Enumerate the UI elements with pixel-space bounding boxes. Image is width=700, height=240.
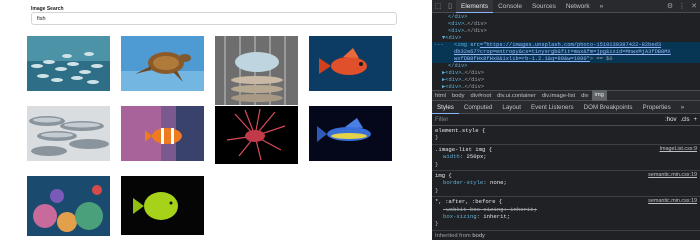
image-red-fish[interactable] [309, 36, 392, 91]
rule-selector[interactable]: .image-list img { [435, 146, 697, 153]
add-rule-button[interactable]: + [693, 117, 697, 123]
style-property[interactable]: box-sizing: inherit; [435, 213, 697, 220]
tab-layout[interactable]: Layout [497, 101, 526, 114]
breadcrumb-item[interactable]: html [432, 93, 449, 99]
style-rule: img { semantic.min.css:19 border-style: … [432, 171, 700, 198]
image-turtle[interactable] [121, 36, 204, 91]
devtools-panel: ⬚ ▯ Elements Console Sources Network » ⚙… [432, 0, 700, 240]
search-input[interactable]: fish [31, 12, 397, 25]
tab-styles[interactable]: Styles [432, 101, 459, 114]
style-property[interactable]: width: 250px; [435, 153, 697, 160]
dom-node[interactable]: ▶<div>…</div> [432, 77, 700, 84]
dom-node[interactable]: ▶<div>…</div> [432, 70, 700, 77]
tab-console[interactable]: Console [493, 0, 527, 13]
inspect-icon[interactable]: ⬚ [432, 0, 444, 13]
style-rule: *, :after, :before { semantic.min.css:19… [432, 197, 700, 231]
dom-node[interactable]: </div> [432, 14, 700, 21]
rule-source-link[interactable]: semantic.min.css:19 [648, 198, 697, 205]
image-blue-fish[interactable] [309, 106, 392, 161]
breadcrumb-item-active[interactable]: img [591, 90, 607, 101]
breadcrumb-item[interactable]: div#root [468, 93, 495, 99]
inherited-header: Inherited from body [435, 232, 485, 239]
tab-properties[interactable]: Properties [638, 101, 676, 114]
rule-close: } [435, 220, 439, 228]
rule-selector[interactable]: element.style { [435, 127, 697, 134]
inherited-source-link[interactable]: body [472, 233, 485, 239]
rule-close: } [435, 134, 439, 142]
tab-computed[interactable]: Computed [459, 101, 498, 114]
style-property[interactable]: border-style: none; [435, 179, 697, 186]
style-rule: element.style { } [432, 126, 700, 145]
rule-close: } [435, 186, 439, 194]
tab-dom-breakpoints[interactable]: DOM Breakpoints [579, 101, 638, 114]
tab-sources[interactable]: Sources [527, 0, 561, 13]
style-rule: .image-list img { ImageList.css:9 width:… [432, 145, 700, 172]
style-property-overridden[interactable]: -webkit-box-sizing: inherit; [435, 206, 697, 213]
dom-node[interactable]: ▶<div>…</div> [432, 84, 700, 91]
hover-state-toggle[interactable]: :hov [665, 117, 676, 123]
breadcrumb-item[interactable]: div.ui.container [494, 93, 539, 99]
kebab-menu-icon[interactable]: ⋮ [676, 0, 688, 13]
dom-tree: ··· </div> <div>…</div> <div>…</div> ▼<d… [432, 13, 700, 90]
rule-close: } [435, 160, 439, 168]
styles-filter-input[interactable]: Filter [435, 117, 661, 123]
image-reef[interactable] [27, 176, 110, 236]
tab-elements[interactable]: Elements [456, 0, 494, 13]
style-rules: element.style { } .image-list img { Imag… [432, 126, 700, 240]
breadcrumb: html body div#root div.ui.container div.… [432, 90, 700, 101]
rule-source-link[interactable]: semantic.min.css:19 [648, 172, 697, 179]
dom-node-selected-cont[interactable]: db32e67?crop=entropy&cs=tinysrgb&fit=max… [432, 49, 700, 56]
device-toggle-icon[interactable]: ▯ [444, 0, 456, 13]
styles-filter-bar: Filter :hov .cls + [432, 114, 700, 126]
more-tabs-button[interactable]: » [595, 0, 609, 13]
breadcrumb-item[interactable]: div.image-list [539, 93, 578, 99]
image-clownfish[interactable] [121, 106, 204, 161]
dom-node-selected[interactable]: <img src="https://images.unsplash.com/ph… [432, 42, 700, 49]
node-actions-icon[interactable]: ··· [434, 42, 444, 49]
dom-node[interactable]: ▼<div> [432, 35, 700, 42]
image-yellow-tang[interactable] [121, 176, 204, 235]
dom-node[interactable]: </div> [432, 63, 700, 70]
settings-icon[interactable]: ⚙ [664, 0, 676, 13]
breadcrumb-item[interactable]: div [578, 93, 591, 99]
rule-source-link[interactable]: ImageList.css:9 [660, 146, 697, 153]
image-fish-market[interactable] [27, 106, 110, 161]
image-lionfish[interactable] [215, 106, 298, 164]
styles-subtabs: Styles Computed Layout Event Listeners D… [432, 101, 700, 114]
close-icon[interactable]: ✕ [688, 0, 700, 13]
image-fish-school[interactable] [27, 36, 110, 91]
dom-node-selected-cont[interactable]: wxfDB8fHx8fHx8&ixlib=rb-1.2.1&q=80&w=108… [432, 56, 700, 63]
tab-event-listeners[interactable]: Event Listeners [526, 101, 579, 114]
image-fish-platter[interactable] [215, 36, 298, 105]
dom-node[interactable]: <div>…</div> [432, 28, 700, 35]
devtools-toolbar: ⬚ ▯ Elements Console Sources Network » ⚙… [432, 0, 700, 13]
more-subtabs-button[interactable]: » [676, 101, 689, 114]
class-toggle[interactable]: .cls [680, 117, 689, 123]
dom-node[interactable]: <div>…</div> [432, 21, 700, 28]
tab-network[interactable]: Network [561, 0, 595, 13]
app-page: Image Search fish [0, 0, 432, 240]
breadcrumb-item[interactable]: body [449, 93, 468, 99]
